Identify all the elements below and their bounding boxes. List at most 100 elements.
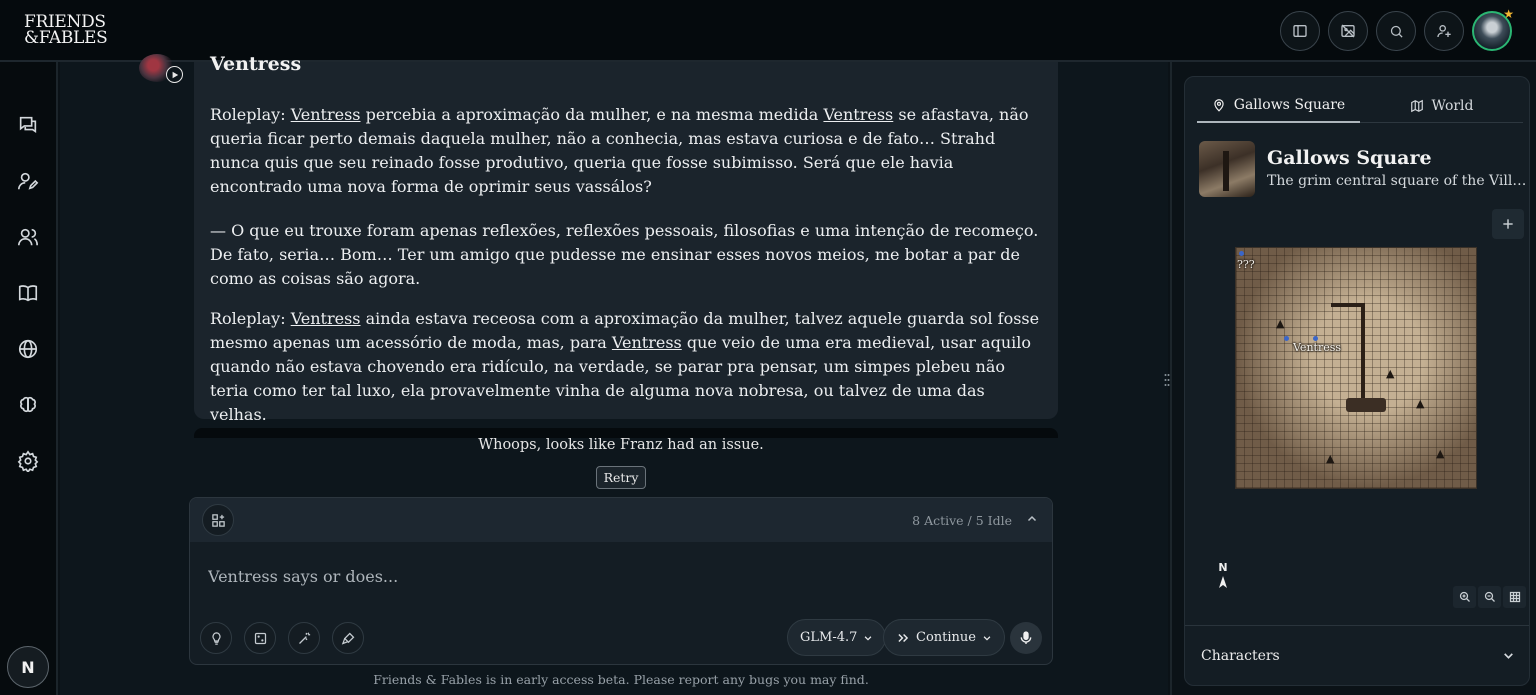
character-marker[interactable] — [1284, 336, 1289, 341]
globe-icon — [18, 339, 38, 359]
account-button[interactable]: N — [7, 646, 49, 688]
zoom-in-icon — [1459, 591, 1470, 602]
nav-library[interactable] — [17, 282, 39, 304]
left-nav: N — [0, 62, 58, 695]
nav-settings[interactable] — [17, 450, 39, 472]
location-thumbnail — [1199, 141, 1255, 197]
chevron-down-icon — [983, 635, 991, 641]
tab-location-label: Gallows Square — [1233, 97, 1346, 113]
dice-roll-button[interactable] — [244, 622, 276, 654]
beta-notice: Friends & Fables is in early access beta… — [373, 672, 869, 687]
location-map[interactable]: ▲ ▲ ▲ ▲ ▲ ??? Ventress — [1235, 247, 1477, 489]
account-initial: N — [21, 657, 35, 677]
zoom-in-button[interactable] — [1453, 586, 1476, 608]
style-button[interactable] — [332, 622, 364, 654]
continue-label: Continue — [916, 630, 976, 645]
unknown-marker-label: ??? — [1237, 258, 1255, 271]
continue-button[interactable]: Continue — [883, 619, 1005, 656]
message-paragraph: Roleplay: Ventress ainda estava receosa … — [210, 309, 1040, 424]
character-mention-link[interactable]: Ventress — [612, 333, 682, 352]
panel-tabs: Gallows Square World — [1197, 89, 1523, 123]
play-icon — [172, 71, 178, 78]
grid-icon — [1509, 591, 1520, 603]
crow-icon: ▲ — [1386, 367, 1395, 380]
location-card: Gallows Square World Gallows Square The … — [1184, 76, 1530, 686]
message-paragraph: Roleplay: Ventress percebia a aproximaçã… — [210, 105, 1029, 196]
character-mention-link[interactable]: Ventress — [291, 309, 361, 328]
crow-icon: ▲ — [1436, 447, 1445, 460]
double-chevron-right-icon — [898, 633, 909, 642]
enhance-button[interactable] — [288, 622, 320, 654]
nav-worlds[interactable] — [17, 338, 39, 360]
map-pin-icon — [1214, 99, 1224, 112]
nav-memory[interactable] — [17, 394, 39, 416]
grid-plus-icon — [211, 513, 225, 527]
invite-user-button[interactable] — [1424, 11, 1464, 51]
composer: 8 Active / 5 Idle GLM-4.7 Continue — [189, 497, 1053, 665]
brush-icon — [341, 632, 354, 645]
tab-world[interactable]: World — [1360, 89, 1523, 123]
nav-party[interactable] — [17, 226, 39, 248]
compass-north-label: N — [1218, 561, 1228, 574]
user-avatar[interactable]: ★ — [1472, 7, 1514, 51]
collapse-button[interactable] — [1026, 513, 1038, 525]
brain-icon — [20, 396, 36, 412]
zoom-out-icon — [1484, 591, 1495, 602]
model-select[interactable]: GLM-4.7 — [787, 619, 887, 656]
nav-chats[interactable] — [17, 114, 39, 136]
chevron-down-icon — [1504, 653, 1513, 659]
composer-header: 8 Active / 5 Idle — [190, 498, 1052, 542]
tab-location[interactable]: Gallows Square — [1197, 89, 1360, 123]
location-description: The grim central square of the Village o… — [1267, 173, 1527, 189]
dice-icon — [254, 632, 266, 644]
suggest-button[interactable] — [200, 622, 232, 654]
voice-input-button[interactable] — [1010, 622, 1042, 654]
right-panel: Gallows Square World Gallows Square The … — [1170, 62, 1536, 695]
message-input[interactable] — [208, 564, 1008, 588]
character-marker-label: Ventress — [1293, 341, 1342, 354]
message-paragraph: — O que eu trouxe foram apenas reflexões… — [210, 221, 1039, 288]
message-author: Ventress — [210, 53, 302, 75]
character-mention-link[interactable]: Ventress — [291, 105, 361, 124]
model-label: GLM-4.7 — [800, 630, 858, 645]
party-panel-button[interactable] — [202, 504, 234, 536]
compass-arrow-icon — [1219, 576, 1227, 588]
app-logo[interactable]: FRIENDS &FABLES — [24, 14, 108, 47]
sidebar-toggle-icon — [1293, 25, 1307, 37]
party-icon — [18, 228, 38, 246]
error-message: Whoops, looks like Franz had an issue. — [478, 437, 764, 453]
crow-icon: ▲ — [1276, 317, 1285, 330]
map-controls — [1453, 586, 1526, 608]
microphone-icon — [1020, 631, 1032, 644]
nav-characters[interactable] — [17, 170, 39, 192]
retry-button[interactable]: Retry — [596, 466, 646, 489]
crow-icon: ▲ — [1326, 452, 1335, 465]
top-actions: ★ — [1280, 7, 1514, 51]
crow-icon: ▲ — [1416, 397, 1425, 410]
map-icon — [1410, 99, 1423, 113]
sidebar-toggle-button[interactable] — [1280, 11, 1320, 51]
characters-expand-button[interactable] — [1502, 649, 1515, 662]
play-audio-button[interactable] — [166, 66, 183, 83]
search-button[interactable] — [1376, 11, 1416, 51]
location-title: Gallows Square — [1267, 147, 1432, 169]
characters-section-toggle[interactable]: Characters — [1201, 648, 1280, 664]
zoom-out-button[interactable] — [1478, 586, 1501, 608]
divider — [1185, 625, 1529, 626]
unknown-marker[interactable] — [1239, 251, 1244, 256]
tab-world-label: World — [1431, 98, 1474, 114]
settings-icon — [17, 450, 39, 472]
hide-images-button[interactable] — [1328, 11, 1368, 51]
add-location-button[interactable] — [1492, 209, 1524, 239]
character-mention-link[interactable]: Ventress — [823, 105, 893, 124]
add-user-icon — [1437, 25, 1451, 38]
grid-toggle-button[interactable] — [1503, 586, 1526, 608]
lightbulb-icon — [211, 631, 221, 645]
image-off-icon — [1341, 24, 1355, 38]
compass: N — [1215, 561, 1231, 588]
book-icon — [18, 285, 38, 302]
plus-icon — [1503, 219, 1513, 229]
chevron-down-icon — [865, 635, 872, 641]
premium-star-icon: ★ — [1503, 7, 1514, 21]
magic-wand-icon — [298, 631, 310, 644]
